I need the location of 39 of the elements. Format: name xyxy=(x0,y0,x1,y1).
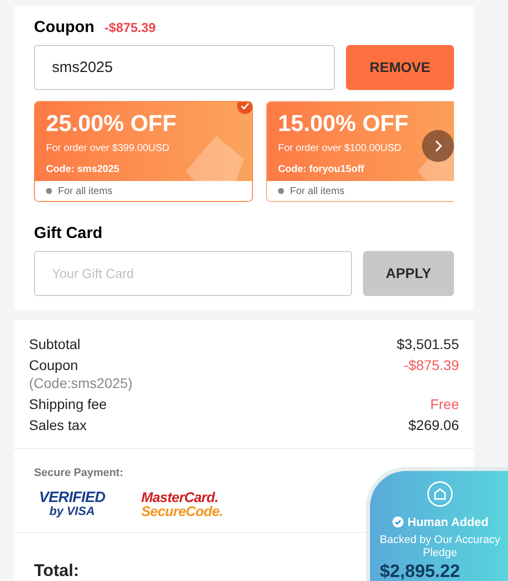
check-circle-icon xyxy=(392,516,404,528)
summary-label: Coupon xyxy=(29,356,80,374)
coupon-discount: -$875.39 xyxy=(104,19,156,37)
summary-value: $269.06 xyxy=(408,416,459,434)
total-value: $2,895.22 xyxy=(380,560,460,581)
summary-value: Free xyxy=(430,395,459,413)
coupon-card[interactable]: 25.00% OFF For order over $399.00USD Code: sms2025 For all items xyxy=(34,101,253,202)
info-icon xyxy=(46,188,52,194)
summary-label: Subtotal xyxy=(29,335,80,353)
discount-headline: 15.00% OFF xyxy=(278,109,408,138)
summary-label: Sales tax xyxy=(29,416,87,434)
coupon-code: Code: sms2025 xyxy=(46,163,120,177)
summary-value: $3,501.55 xyxy=(396,335,459,353)
coupon-code-note: (Code:sms2025) xyxy=(29,374,132,392)
secure-payment-title: Secure Payment: xyxy=(34,466,124,481)
order-condition: For order over $399.00USD xyxy=(46,142,170,156)
coupon-scope: For all items xyxy=(290,184,344,199)
discount-headline: 25.00% OFF xyxy=(46,109,176,138)
total-label: Total: xyxy=(34,560,80,581)
coupon-code: Code: foryou15off xyxy=(278,163,364,177)
apply-button[interactable]: APPLY xyxy=(363,251,454,296)
remove-button[interactable]: REMOVE xyxy=(346,45,454,90)
coupon-title: Coupon xyxy=(34,18,94,38)
house-icon xyxy=(427,481,453,507)
verified-by-visa-logo: VERIFIED by VISA xyxy=(39,490,106,517)
coupon-input[interactable]: sms2025 xyxy=(34,45,335,90)
order-condition: For order over $100.00USD xyxy=(278,142,402,156)
gift-card-title: Gift Card xyxy=(34,224,104,244)
coupon-card[interactable]: 15.00% OFF For order over $100.00USD Code: foryou15off For all items xyxy=(266,101,454,202)
gift-card-input[interactable]: Your Gift Card xyxy=(34,251,352,296)
chevron-right-icon xyxy=(434,140,442,152)
badge-title: Human Added xyxy=(408,514,488,531)
coupon-scope: For all items xyxy=(58,184,112,199)
mastercard-securecode-logo: MasterCard. SecureCode. xyxy=(141,490,223,518)
badge-subtitle: Backed by Our Accuracy Pledge xyxy=(378,534,502,560)
info-icon xyxy=(278,188,284,194)
summary-label: Shipping fee xyxy=(29,395,107,413)
checkmark-icon xyxy=(237,102,252,114)
summary-value: -$875.39 xyxy=(404,356,459,374)
